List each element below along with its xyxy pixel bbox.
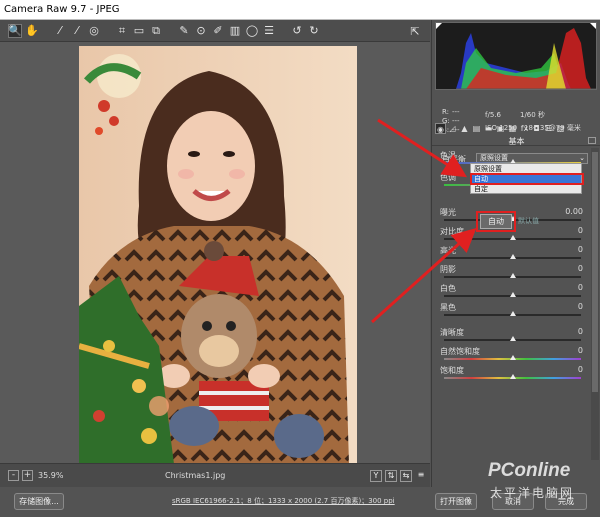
slider-value[interactable]: 0 <box>578 226 583 235</box>
scrollbar-thumb[interactable] <box>592 152 598 392</box>
camera-calibration-tab-icon[interactable]: ◘ <box>531 123 542 134</box>
hsl-tab-icon[interactable]: ▤ <box>471 123 482 134</box>
slider-label: 对比度 <box>440 227 464 236</box>
lens-tab-icon[interactable]: ▣ <box>495 123 506 134</box>
slider-thumb[interactable] <box>509 374 516 379</box>
slider-thumb[interactable] <box>509 235 516 240</box>
toolbar: 🔍 ✋ ⁄ ⁄ ◎ ⌗ ▭ ⧉ ✎ ⊙ ✐ ▥ ◯ ☰ ↺ ↻ ⇱ <box>0 20 430 42</box>
panel-tabs: ◉ ◿ ▲ ▤ ▬ ▣ ▦ fx ◘ ☰ ▧ <box>434 121 599 135</box>
panel-scrollbar[interactable] <box>591 148 599 460</box>
rotate-ccw-icon[interactable]: ↺ <box>290 24 304 38</box>
detail-tab-icon[interactable]: ▲ <box>459 123 470 134</box>
slider-label: 黑色 <box>440 303 456 312</box>
zoom-in-button[interactable]: + <box>22 470 33 481</box>
slider-label: 色调 <box>440 173 456 182</box>
effects-tab-icon[interactable]: ▦ <box>507 123 518 134</box>
preferences-icon[interactable]: ☰ <box>262 24 276 38</box>
slider-value[interactable]: 0 <box>578 346 583 355</box>
slider-value[interactable]: 0 <box>578 283 583 292</box>
save-image-button[interactable]: 存储图像... <box>14 493 64 510</box>
slider-label: 阴影 <box>440 265 456 274</box>
done-button[interactable]: 完成 <box>545 493 587 510</box>
dialog-footer: 存储图像... sRGB IEC61966-2.1；8 位；1333 x 200… <box>0 487 600 517</box>
zoom-icon[interactable]: 🔍 <box>8 23 22 38</box>
open-image-button[interactable]: 打开图像 <box>435 493 477 510</box>
preview-settings-icon[interactable]: ≡ <box>415 470 427 482</box>
r-label: R: <box>442 108 450 116</box>
fx-tab-icon[interactable]: fx <box>519 123 530 134</box>
slider-label: 高光 <box>440 246 456 255</box>
slider-value[interactable]: 0 <box>578 365 583 374</box>
file-name: Christmas1.jpg <box>165 471 226 480</box>
slider-thumb[interactable] <box>509 355 516 360</box>
default-button[interactable]: 默认值 <box>518 216 539 226</box>
snapshots-tab-icon[interactable]: ▧ <box>555 123 566 134</box>
crop-icon[interactable]: ⌗ <box>115 24 129 38</box>
split-toning-tab-icon[interactable]: ▬ <box>483 123 494 134</box>
annotation-highlight-auto-button <box>476 211 516 232</box>
hand-icon[interactable]: ✋ <box>25 24 39 38</box>
basic-tab-icon[interactable]: ◉ <box>435 122 446 134</box>
slider-thumb[interactable] <box>509 292 516 297</box>
rotate-cw-icon[interactable]: ↻ <box>307 24 321 38</box>
color-sampler-icon[interactable]: ⁄ <box>70 24 84 38</box>
white-balance-value: 原照设置 <box>480 154 508 162</box>
workflow-options-link[interactable]: sRGB IEC61966-2.1；8 位；1333 x 2000 (2.7 百… <box>172 496 395 506</box>
graduated-filter-icon[interactable]: ▥ <box>228 24 242 38</box>
target-adjust-icon[interactable]: ◎ <box>87 24 101 38</box>
slider-thumb[interactable] <box>509 273 516 278</box>
swap-settings-icon[interactable]: ⇅ <box>385 470 397 482</box>
slider-value[interactable]: 0 <box>578 245 583 254</box>
zoom-level[interactable]: 35.9% <box>38 471 63 480</box>
slider-value[interactable]: 0 <box>578 302 583 311</box>
slider-label: 曝光 <box>440 208 456 217</box>
slider-label: 清晰度 <box>440 328 464 337</box>
section-title: 基本 <box>432 136 600 146</box>
dropdown-option-custom[interactable]: 自定 <box>474 185 488 194</box>
slider-value[interactable]: 0 <box>578 327 583 336</box>
presets-tab-icon[interactable]: ☰ <box>543 123 554 134</box>
slider-thumb[interactable] <box>509 254 516 259</box>
slider-value[interactable]: 0 <box>578 264 583 273</box>
adjustment-panel: R: --- G: --- B: --- f/5.6 1/60 秒 ISO 12… <box>431 20 600 487</box>
r-value: --- <box>452 108 460 116</box>
window-title: Camera Raw 9.7 - JPEG <box>0 0 600 20</box>
shutter-speed: 1/60 秒 <box>520 111 545 119</box>
slider-thumb[interactable] <box>509 311 516 316</box>
spot-removal-icon[interactable]: ✎ <box>177 24 191 38</box>
tone-curve-tab-icon[interactable]: ◿ <box>447 123 458 134</box>
radial-filter-icon[interactable]: ◯ <box>245 24 259 38</box>
white-balance-icon[interactable]: ⁄ <box>53 24 67 38</box>
histogram <box>435 22 597 90</box>
image-preview[interactable] <box>0 42 430 464</box>
aperture: f/5.6 <box>485 111 501 119</box>
slider-value[interactable]: 0.00 <box>565 207 583 216</box>
photo <box>79 46 357 464</box>
straighten-icon[interactable]: ▭ <box>132 24 146 38</box>
slider-label: 白色 <box>440 284 456 293</box>
fullscreen-toggle-icon[interactable]: ⇱ <box>408 24 422 38</box>
before-after-y-button[interactable]: Y <box>370 470 382 482</box>
slider-label: 饱和度 <box>440 366 464 375</box>
zoom-out-button[interactable]: - <box>8 470 19 481</box>
section-title-label: 基本 <box>508 137 525 146</box>
red-eye-icon[interactable]: ⊙ <box>194 24 208 38</box>
slider-label: 自然饱和度 <box>440 347 480 356</box>
panel-menu-icon[interactable] <box>588 137 596 144</box>
adjustment-brush-icon[interactable]: ✐ <box>211 24 225 38</box>
cancel-button[interactable]: 取消 <box>492 493 534 510</box>
transform-icon[interactable]: ⧉ <box>149 24 163 38</box>
copy-settings-icon[interactable]: ⇆ <box>400 470 412 482</box>
annotation-highlight-auto-option <box>470 173 584 185</box>
preview-status-bar: - + 35.9% Christmas1.jpg Y ⇅ ⇆ ≡ <box>0 463 430 487</box>
slider-thumb[interactable] <box>509 336 516 341</box>
slider-label: 色温 <box>440 151 456 160</box>
